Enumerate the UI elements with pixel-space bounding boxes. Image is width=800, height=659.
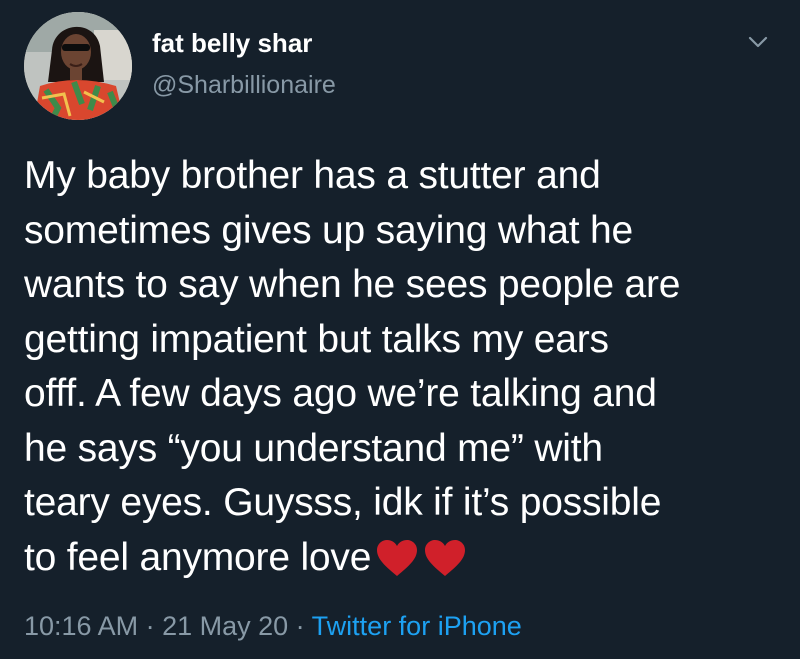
tweet-header: fat belly shar @Sharbillionaire [24, 10, 784, 122]
author-names: fat belly shar @Sharbillionaire [152, 28, 336, 100]
tweet-text-line: getting impatient but talks my ears [24, 317, 609, 361]
tweet-text-line: to feel anymore love [24, 535, 372, 579]
tweet-source-link[interactable]: Twitter for iPhone [312, 611, 522, 641]
red-heart-icon [423, 538, 467, 578]
tweet-text-line: wants to say when he sees people are [24, 263, 681, 306]
tweet-text-line: sometimes gives up saying what he [24, 208, 634, 252]
tweet-text-last-line: to feel anymore love [24, 531, 784, 586]
avatar[interactable] [24, 12, 132, 120]
tweet: fat belly shar @Sharbillionaire My baby … [0, 0, 800, 659]
user-handle[interactable]: @Sharbillionaire [152, 70, 336, 100]
avatar-image [24, 12, 132, 120]
tweet-text: My baby brother has a stutter and someti… [24, 149, 784, 585]
tweet-meta: 10:16 AM · 21 May 20 · Twitter for iPhon… [24, 609, 522, 643]
tweet-text-line: teary eyes. Guysss, idk if it’s possible [24, 481, 662, 524]
meta-separator: · [138, 611, 163, 641]
meta-separator: · [288, 611, 312, 641]
tweet-time[interactable]: 10:16 AM [24, 611, 138, 641]
red-heart-icon [375, 538, 419, 578]
display-name[interactable]: fat belly shar [152, 28, 336, 58]
chevron-down-icon[interactable] [746, 30, 770, 54]
tweet-date[interactable]: 21 May 20 [162, 611, 288, 641]
tweet-text-line: offf. A few days ago we’re talking and [24, 372, 657, 415]
tweet-text-line: My baby brother has a stutter and [24, 154, 601, 197]
tweet-text-line: he says “you understand me” with [24, 426, 603, 470]
